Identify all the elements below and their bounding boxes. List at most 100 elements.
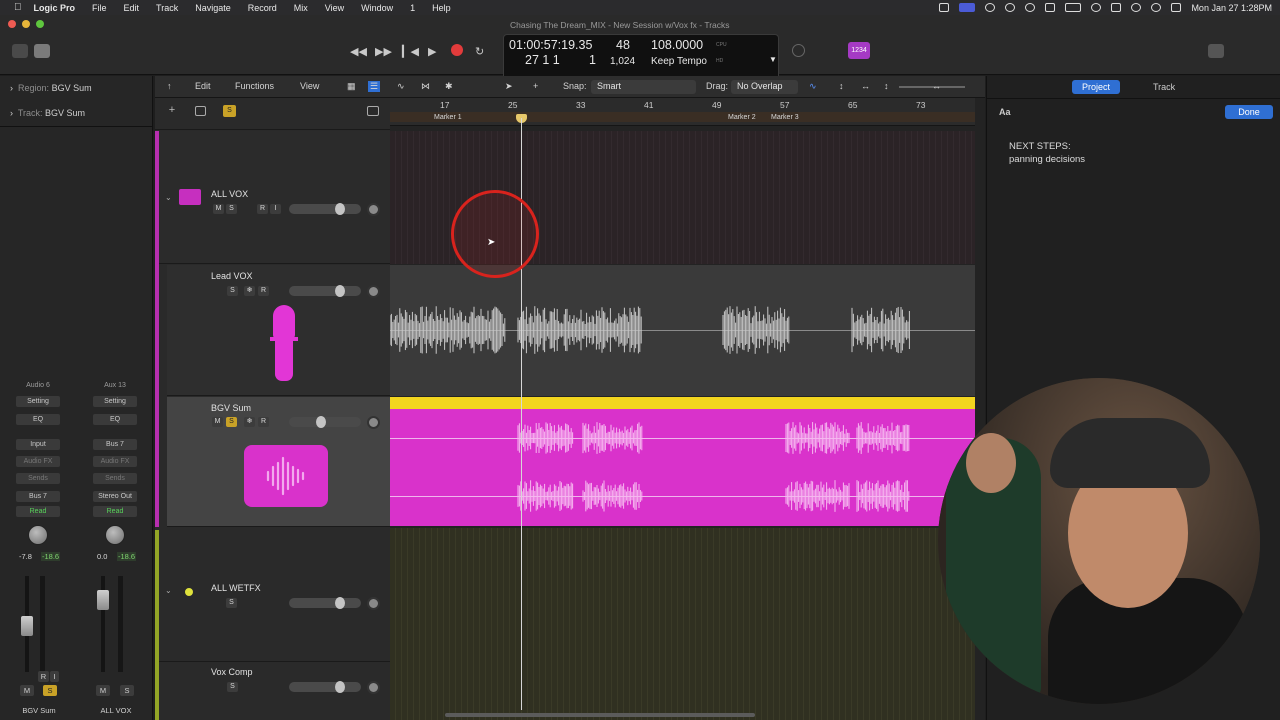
strip2-sends-slot[interactable]: Sends [93,473,137,484]
browser-button[interactable] [1254,44,1270,58]
edit-menu[interactable]: Edit [195,81,211,91]
horizontal-zoom-slider-icon[interactable]: ↔ [932,81,941,91]
search-icon[interactable] [1151,3,1162,12]
bgv-sum-mute-button[interactable]: M [212,417,223,427]
strip1-sends-slot[interactable]: Sends [16,473,60,484]
all-vox-record-button[interactable]: R [257,204,268,214]
track-header-all-wetfx[interactable]: ⌄ ALL WETFX S [159,528,390,662]
strip2-mute-button[interactable]: M [96,685,110,696]
play-button[interactable]: ▶ [428,45,436,58]
display-icon[interactable] [959,3,976,12]
strip1-automation-button[interactable]: Read [16,506,60,517]
vertical-zoom-icon[interactable]: ↕ [839,81,844,91]
menu-track[interactable]: Track [156,3,178,13]
gear-icon[interactable] [1005,3,1016,12]
track-header-options-icon[interactable] [367,106,379,116]
duplicate-track-icon[interactable] [195,106,206,116]
grid-view-icon[interactable]: ▦ [347,81,356,92]
vox-comp-solo-button[interactable]: S [227,682,238,692]
close-window-button[interactable] [8,20,16,28]
minimize-window-button[interactable] [22,20,30,28]
menu-app[interactable]: Logic Pro [34,3,76,13]
bgv-sum-volume-handle[interactable] [316,416,326,428]
strip2-input-button[interactable]: Bus 7 [93,439,137,450]
pointer-tool-icon[interactable]: ➤ [505,81,513,92]
strip1-solo-button[interactable]: S [43,685,57,696]
bar-ruler[interactable]: 17 25 33 41 49 57 65 73 Marker 1 Marker … [390,98,975,126]
menu-window[interactable]: Window [361,3,393,13]
control-center-icon[interactable] [1171,3,1182,12]
all-wetfx-solo-button[interactable]: S [226,598,237,608]
count-in-button[interactable]: 1234 [848,42,870,59]
tab-project[interactable]: Project [1072,80,1121,94]
lead-vox-volume-handle[interactable] [335,285,345,297]
bgv-sum-volume-slider[interactable] [289,416,361,428]
volume-icon[interactable] [1045,3,1056,12]
marker-1[interactable]: Marker 1 [434,114,462,121]
strip1-audiofx-slot[interactable]: Audio FX [16,456,60,467]
rewind-button[interactable]: ◀◀ [350,45,367,58]
record-button[interactable] [451,44,463,56]
strip1-fader[interactable] [21,616,33,636]
catch-icon[interactable]: ✱ [445,81,453,92]
flex-icon[interactable]: ⋈ [421,81,430,92]
menu-view[interactable]: View [325,3,344,13]
library-button[interactable] [12,44,28,58]
strip1-r-button[interactable]: R [38,671,49,682]
lead-vox-solo-button[interactable]: S [227,286,238,296]
track-header-vox-comp[interactable]: Vox Comp S [167,663,390,720]
horizontal-scrollbar[interactable] [445,713,755,717]
all-vox-input-button[interactable]: I [270,204,281,214]
strip2-output-button[interactable]: Stereo Out [93,491,137,502]
strip1-i-button[interactable]: I [50,671,59,682]
menu-navigate[interactable]: Navigate [195,3,231,13]
marker-3[interactable]: Marker 3 [771,114,799,121]
lead-vox-record-button[interactable]: R [258,286,269,296]
add-track-button[interactable]: + [165,105,179,117]
strip1-pan-knob[interactable] [28,525,48,545]
track-name-lead-vox[interactable]: Lead VOX [211,271,253,281]
menubar-clock[interactable]: Mon Jan 27 1:28PM [1191,3,1272,13]
notepad-button[interactable] [1208,44,1224,58]
vox-comp-pan-knob[interactable] [367,681,380,694]
track-name-all-vox[interactable]: ALL VOX [211,189,248,199]
lcd-display[interactable]: 01:00:57:19.35 27 1 1 1 48 1,024 108.000… [503,34,779,82]
strip2-eq-button[interactable]: EQ [93,414,137,425]
strip2-pan-knob[interactable] [105,525,125,545]
bgv-sum-freeze-button[interactable]: ❄ [244,417,255,427]
all-vox-solo-button[interactable]: S [226,204,237,214]
strip2-automation-button[interactable]: Read [93,506,137,517]
lead-vox-volume-slider[interactable] [289,285,361,297]
all-vox-volume-handle[interactable] [335,203,345,215]
play-circle-icon[interactable] [985,3,996,12]
drag-select[interactable]: No Overlap [731,80,798,94]
inspector-region-row[interactable]: › Region: BGV Sum [10,83,92,93]
waveform-zoom-icon[interactable]: ∿ [809,81,817,92]
disclosure-down-icon[interactable]: ⌄ [165,586,172,595]
lcd-dropdown-icon[interactable]: ▼ [769,55,777,64]
vertical-zoom-slider[interactable] [899,86,949,88]
menu-1[interactable]: 1 [410,3,415,13]
wifi-icon[interactable] [1111,3,1122,12]
strip2-audiofx-slot[interactable]: Audio FX [93,456,137,467]
all-vox-mute-button[interactable]: M [213,204,224,214]
lane-bgv-sum[interactable] [390,397,975,526]
strip1-output-button[interactable]: Bus 7 [16,491,60,502]
snap-select[interactable]: Smart [591,80,696,94]
menu-record[interactable]: Record [248,3,277,13]
battery-icon[interactable] [1065,3,1082,12]
metronome-icon[interactable] [875,44,891,58]
strip1-mute-button[interactable]: M [20,685,34,696]
loops-button[interactable] [1231,44,1247,58]
lane-all-wetfx[interactable] [390,528,975,720]
zoom-window-button[interactable] [36,20,44,28]
time-machine-icon[interactable] [1131,3,1142,12]
apple-icon[interactable]:  [14,2,22,13]
strip1-eq-button[interactable]: EQ [16,414,60,425]
marker-2[interactable]: Marker 2 [728,114,756,121]
all-vox-pan-knob[interactable] [367,203,380,216]
lead-vox-pan-knob[interactable] [367,285,380,298]
bgv-sum-solo-button[interactable]: S [226,417,237,427]
functions-menu[interactable]: Functions [235,81,274,91]
back-arrow-icon[interactable]: ↑ [167,81,172,91]
